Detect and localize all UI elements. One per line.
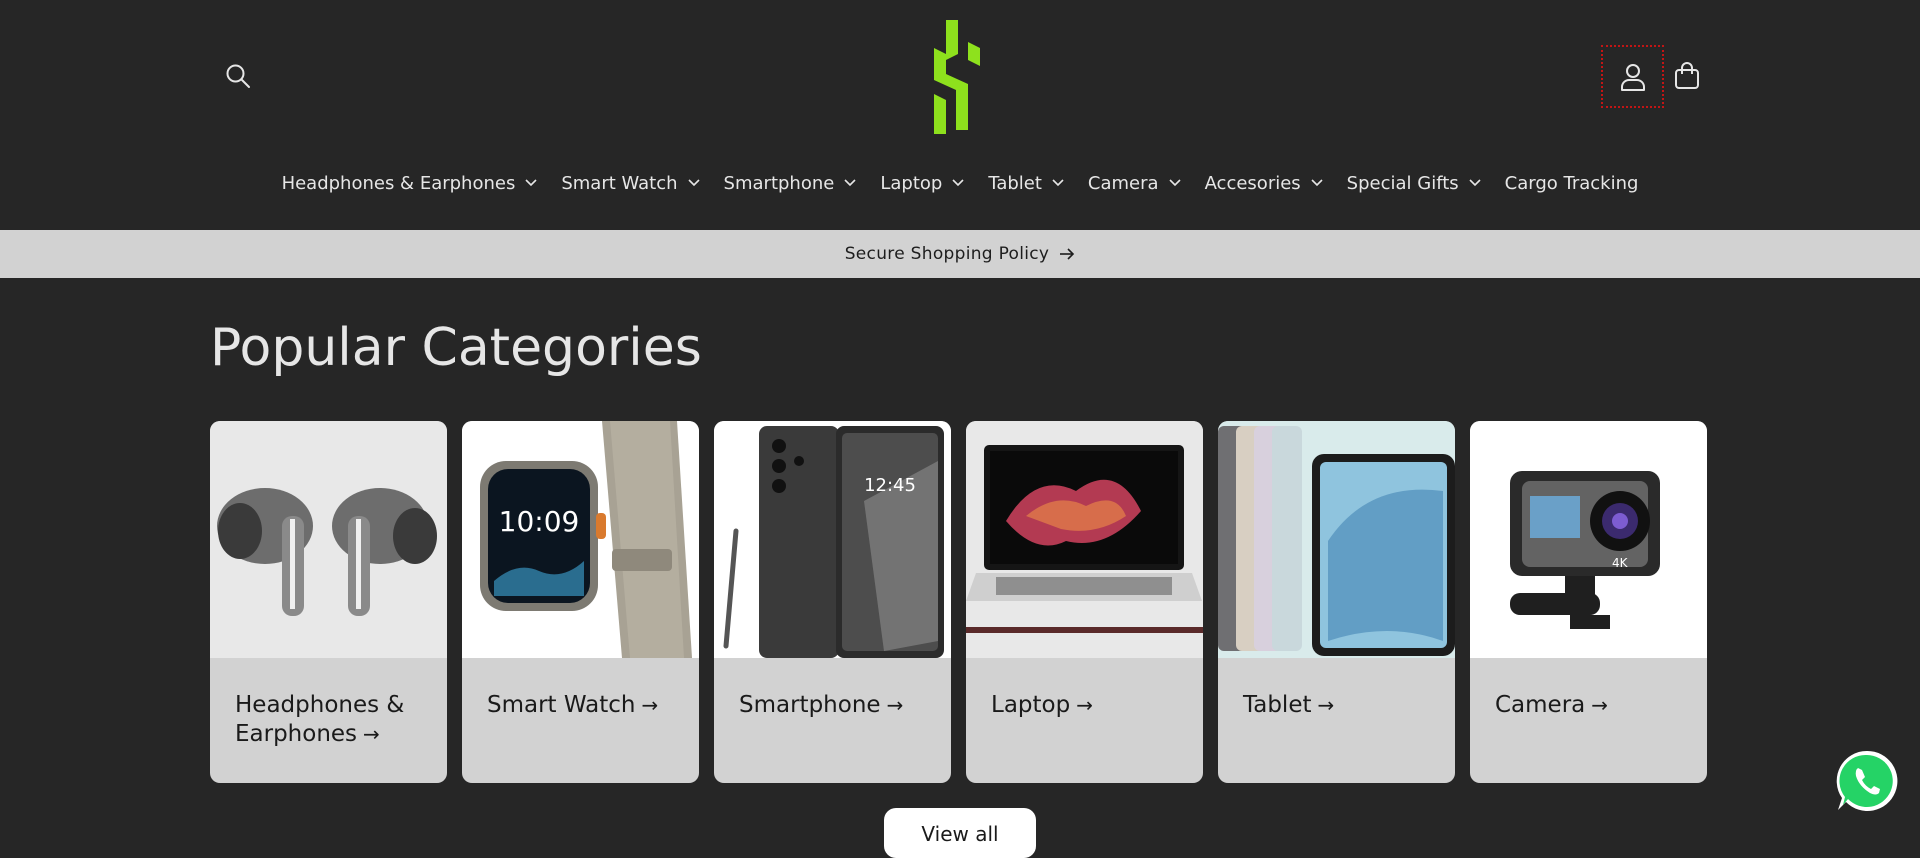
- whatsapp-button[interactable]: [1834, 748, 1900, 814]
- chevron-down-icon: [687, 179, 700, 187]
- category-card-headphones[interactable]: Headphones & Earphones →: [210, 421, 447, 783]
- arrow-right-icon: →: [1076, 693, 1093, 717]
- category-card-laptop[interactable]: Laptop →: [966, 421, 1203, 783]
- svg-text:4K: 4K: [1612, 556, 1629, 570]
- main-nav: Headphones & Earphones Smart Watch Smart…: [0, 162, 1920, 204]
- nav-item-camera[interactable]: Camera: [1076, 173, 1193, 194]
- nav-item-laptop[interactable]: Laptop: [868, 173, 976, 194]
- arrow-right-icon: →: [1591, 693, 1609, 717]
- arrow-right-icon: [1060, 248, 1075, 260]
- chevron-down-icon: [1311, 179, 1323, 187]
- site-header: Headphones & Earphones Smart Watch Smart…: [0, 0, 1920, 230]
- category-card-smartphone[interactable]: 12:45 Smartphone →: [714, 421, 951, 783]
- arrow-right-icon: →: [641, 693, 659, 717]
- nav-item-headphones[interactable]: Headphones & Earphones: [270, 173, 550, 194]
- chevron-down-icon: [1469, 179, 1481, 187]
- view-all-button[interactable]: View all: [884, 808, 1036, 858]
- action-camera-image: 4K: [1470, 421, 1707, 658]
- chevron-down-icon: [1168, 179, 1181, 187]
- laptop-image: [966, 421, 1203, 658]
- card-label: Headphones & Earphones →: [235, 692, 405, 747]
- user-icon: [1620, 63, 1645, 91]
- arrow-right-icon: →: [363, 722, 380, 746]
- category-cards: Headphones & Earphones → 10:09 Smart Watc…: [210, 421, 1707, 783]
- card-label: Smart Watch →: [487, 692, 659, 718]
- category-card-tablet[interactable]: Tablet →: [1218, 421, 1455, 783]
- nav-item-smartphone[interactable]: Smartphone: [712, 173, 869, 194]
- store-logo[interactable]: [928, 20, 984, 134]
- arrow-right-icon: →: [886, 693, 904, 717]
- card-label: Smartphone →: [739, 692, 904, 718]
- nav-item-accesories[interactable]: Accesories: [1193, 173, 1335, 194]
- bag-icon: [1675, 62, 1699, 89]
- smartwatch-image: 10:09: [462, 421, 699, 658]
- search-icon: [226, 64, 250, 88]
- chevron-down-icon: [525, 179, 537, 187]
- cart-button[interactable]: [1666, 55, 1708, 97]
- announcement-text: Secure Shopping Policy: [844, 244, 1050, 264]
- nav-item-special-gifts[interactable]: Special Gifts: [1335, 173, 1493, 194]
- section-title: Popular Categories: [210, 318, 702, 378]
- chevron-down-icon: [1052, 179, 1064, 187]
- earbuds-image: [210, 421, 447, 658]
- smartphone-image: 12:45: [714, 421, 951, 658]
- chevron-down-icon: [952, 179, 964, 187]
- nav-item-cargo-tracking[interactable]: Cargo Tracking: [1493, 173, 1651, 194]
- nav-item-tablet[interactable]: Tablet: [976, 173, 1076, 194]
- svg-text:12:45: 12:45: [864, 475, 916, 496]
- svg-text:10:09: 10:09: [499, 505, 580, 538]
- card-label: Laptop →: [991, 692, 1093, 718]
- tablet-image: [1218, 421, 1455, 658]
- nav-item-smart-watch[interactable]: Smart Watch: [549, 173, 711, 194]
- whatsapp-icon: [1836, 750, 1898, 811]
- account-button[interactable]: [1601, 45, 1664, 108]
- arrow-right-icon: →: [1317, 693, 1335, 717]
- card-label: Camera →: [1495, 692, 1609, 718]
- card-label: Tablet →: [1243, 692, 1335, 718]
- announcement-bar[interactable]: Secure Shopping Policy: [0, 230, 1920, 278]
- category-card-camera[interactable]: 4K Camera →: [1470, 421, 1707, 783]
- chevron-down-icon: [844, 179, 856, 187]
- category-card-smart-watch[interactable]: 10:09 Smart Watch →: [462, 421, 699, 783]
- search-button[interactable]: [218, 56, 258, 96]
